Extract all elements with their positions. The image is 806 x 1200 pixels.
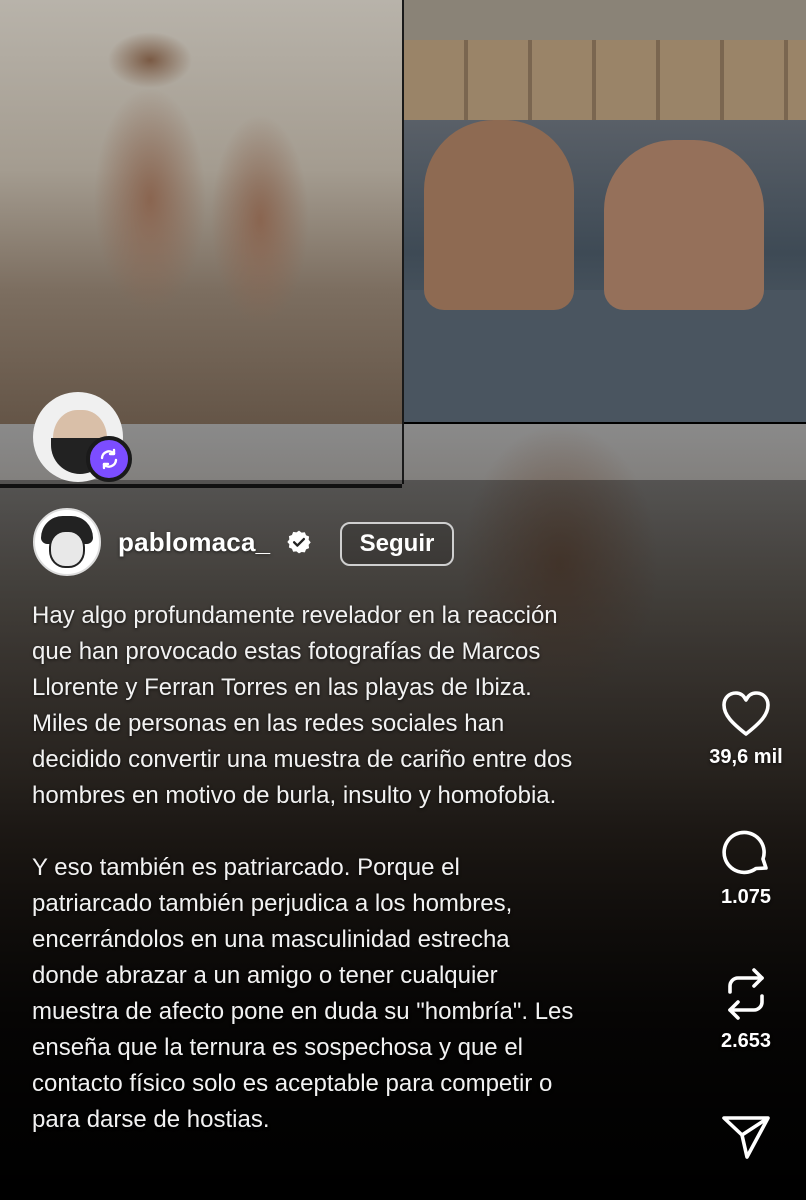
repost-button[interactable]: 2.653: [696, 966, 796, 1053]
post-photo-top-right: [404, 0, 806, 422]
share-button[interactable]: [716, 1114, 776, 1160]
post-caption: Hay algo profundamente revelador en la r…: [32, 598, 682, 1138]
person-image-region: [424, 120, 574, 310]
repost-badge-icon: [86, 436, 132, 482]
avatar-face: [49, 530, 85, 568]
author-username[interactable]: pablomaca_: [118, 527, 270, 558]
comment-icon: [722, 830, 768, 875]
author-avatar[interactable]: [33, 508, 101, 576]
dock-image-region: [404, 40, 806, 120]
send-icon: [722, 1116, 770, 1159]
like-count: 39,6 mil: [709, 746, 783, 768]
heart-icon: [722, 691, 770, 736]
comment-count: 1.075: [720, 886, 772, 908]
caption-paragraph: Hay algo profundamente revelador en la r…: [32, 602, 573, 809]
caption-paragraph: Y eso también es patriarcado. Porque el …: [32, 854, 574, 1133]
follow-button[interactable]: Seguir: [340, 522, 454, 566]
comment-button[interactable]: 1.075: [696, 828, 796, 909]
collage-divider: [402, 0, 404, 484]
repost-count: 2.653: [720, 1030, 772, 1052]
repost-icon: [728, 968, 764, 1020]
verified-badge-icon: [287, 530, 311, 554]
like-button[interactable]: 39,6 mil: [696, 690, 796, 769]
person-image-region: [604, 140, 764, 310]
